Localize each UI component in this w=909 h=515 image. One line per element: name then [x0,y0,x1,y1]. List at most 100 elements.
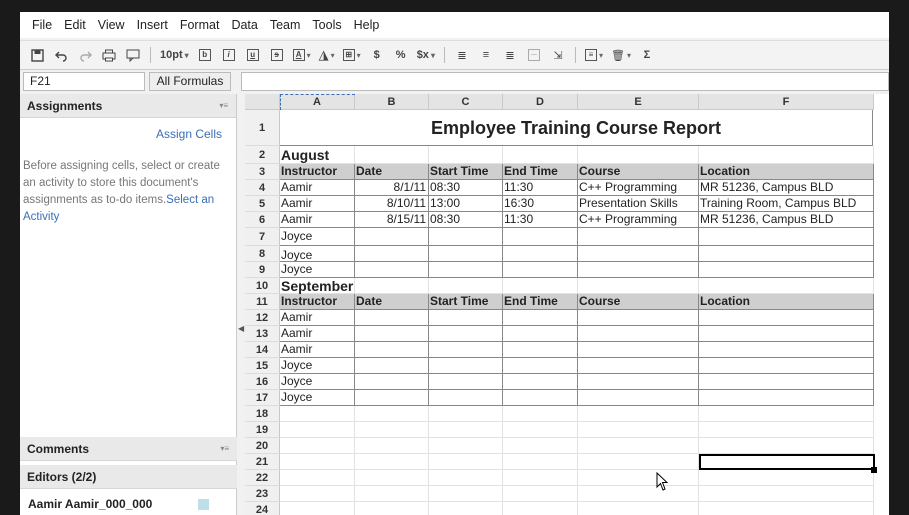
merge-cells-button[interactable]: ─ [523,44,545,66]
august-header-cell[interactable]: Instructor [280,164,355,180]
august-data-cell[interactable] [429,228,503,246]
august-data-cell[interactable] [429,262,503,278]
september-data-cell[interactable] [503,374,578,390]
column-header-e[interactable]: E [578,94,699,110]
row-header-2[interactable]: 2 [245,146,280,164]
august-data-cell[interactable]: 11:30 [503,212,578,228]
column-header-f[interactable]: F [699,94,874,110]
september-data-cell[interactable] [503,310,578,326]
cell[interactable] [280,406,355,422]
august-data-cell[interactable] [699,246,874,262]
menu-view[interactable]: View [92,12,131,38]
strikethrough-button[interactable]: s [266,44,288,66]
august-data-cell[interactable] [355,262,429,278]
cell[interactable] [503,278,578,294]
row-header-12[interactable]: 12 [245,310,280,326]
august-data-cell[interactable]: 8/10/11 [355,196,429,212]
september-data-cell[interactable] [503,358,578,374]
cell[interactable] [355,278,429,294]
cell[interactable] [280,422,355,438]
redo-icon[interactable] [74,44,96,66]
cell[interactable] [355,146,429,164]
cell[interactable] [355,486,429,502]
cell[interactable] [578,422,699,438]
september-data-cell[interactable] [355,390,429,406]
comments-header[interactable]: Comments ▾≡ [20,437,237,461]
september-data-cell[interactable] [699,342,874,358]
report-title[interactable]: Employee Training Course Report [280,110,873,146]
september-data-cell[interactable] [429,326,503,342]
cell[interactable] [578,454,699,470]
panel-menu-icon[interactable]: ▾≡ [219,94,228,118]
row-header-19[interactable]: 19 [245,422,280,438]
september-data-cell[interactable] [578,310,699,326]
august-header-cell[interactable]: End Time [503,164,578,180]
row-header-21[interactable]: 21 [245,454,280,470]
row-header-1[interactable]: 1 [245,110,280,146]
august-data-cell[interactable] [355,246,429,262]
august-data-cell[interactable]: Joyce [280,246,355,262]
august-data-cell[interactable]: Aamir [280,196,355,212]
september-data-cell[interactable] [578,358,699,374]
september-data-cell[interactable] [699,358,874,374]
selected-cell-f21[interactable] [699,454,875,470]
delete-button[interactable]: 🗑 ▾ [608,44,634,66]
functions-button[interactable]: Σ [636,44,658,66]
cell[interactable] [503,146,578,164]
cell[interactable] [355,406,429,422]
august-data-cell[interactable]: Training Room, Campus BLD [699,196,874,212]
bold-button[interactable]: b [194,44,216,66]
menu-help[interactable]: Help [348,12,386,38]
september-data-cell[interactable]: Joyce [280,358,355,374]
september-data-cell[interactable] [699,374,874,390]
collapse-panel-icon[interactable]: ◀ [238,324,244,333]
cell[interactable] [429,278,503,294]
august-data-cell[interactable]: Joyce [280,262,355,278]
september-data-cell[interactable]: Joyce [280,374,355,390]
comment-icon[interactable] [122,44,144,66]
menu-insert[interactable]: Insert [131,12,174,38]
cell[interactable] [429,470,503,486]
september-header-cell[interactable]: Course [578,294,699,310]
cell[interactable] [429,486,503,502]
september-data-cell[interactable] [503,326,578,342]
name-box[interactable]: F21 [23,72,145,91]
september-data-cell[interactable] [429,390,503,406]
cell[interactable] [578,486,699,502]
september-data-cell[interactable] [578,374,699,390]
september-header-cell[interactable]: Instructor [280,294,355,310]
row-header-14[interactable]: 14 [245,342,280,358]
cell[interactable] [503,502,578,515]
cell[interactable] [503,454,578,470]
september-data-cell[interactable] [503,390,578,406]
cell[interactable] [429,406,503,422]
align-left-button[interactable]: ≣ [451,44,473,66]
month-august[interactable]: August [281,146,329,164]
text-color-button[interactable]: A ▾ [290,44,314,66]
cell[interactable] [355,502,429,515]
september-data-cell[interactable] [355,374,429,390]
menu-data[interactable]: Data [225,12,263,38]
cell[interactable] [429,422,503,438]
align-center-button[interactable]: ≡ [475,44,497,66]
row-header-13[interactable]: 13 [245,326,280,342]
row-header-16[interactable]: 16 [245,374,280,390]
row-header-3[interactable]: 3 [245,164,280,180]
menu-team[interactable]: Team [264,12,307,38]
panel-menu-icon[interactable]: ▾≡ [220,437,229,461]
menu-edit[interactable]: Edit [58,12,92,38]
september-header-cell[interactable]: Date [355,294,429,310]
september-data-cell[interactable] [699,326,874,342]
currency-format-button[interactable]: $ [366,44,388,66]
august-data-cell[interactable]: Aamir [280,180,355,196]
cell[interactable] [355,422,429,438]
september-data-cell[interactable] [578,342,699,358]
print-icon[interactable] [98,44,120,66]
row-header-20[interactable]: 20 [245,438,280,454]
september-data-cell[interactable] [429,374,503,390]
cell[interactable] [280,486,355,502]
row-header-15[interactable]: 15 [245,358,280,374]
cell[interactable] [699,438,874,454]
september-data-cell[interactable]: Aamir [280,342,355,358]
cell[interactable] [503,406,578,422]
